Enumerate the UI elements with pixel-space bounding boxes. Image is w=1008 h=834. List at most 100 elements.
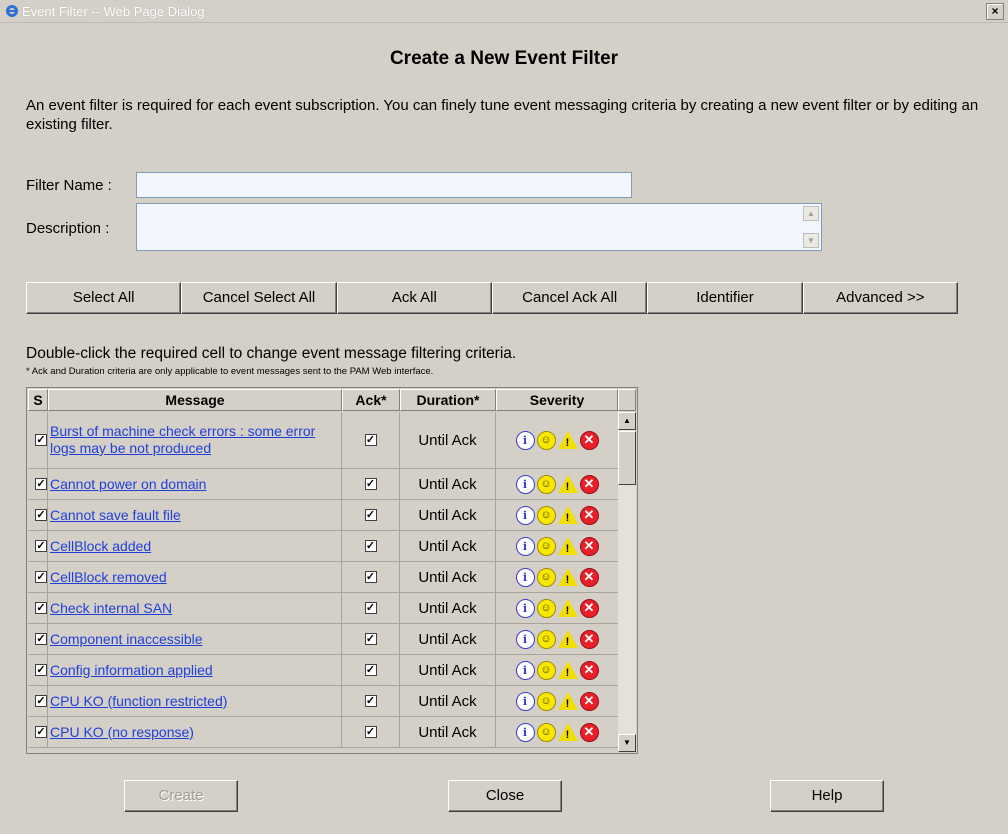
message-link[interactable]: Config information applied	[50, 662, 213, 679]
message-link[interactable]: Cannot save fault file	[50, 507, 181, 524]
message-cell[interactable]: Component inaccessible	[48, 624, 342, 654]
message-link[interactable]: Check internal SAN	[50, 600, 172, 617]
message-cell[interactable]: CellBlock added	[48, 531, 342, 561]
message-link[interactable]: Burst of machine check errors : some err…	[50, 423, 341, 457]
select-cell[interactable]: ✓	[28, 624, 48, 654]
scroll-up-icon[interactable]: ▲	[803, 206, 819, 221]
header-ack[interactable]: Ack*	[342, 389, 400, 411]
ack-cell[interactable]: ✓	[342, 686, 400, 716]
select-checkbox[interactable]: ✓	[35, 633, 47, 645]
success-smiley-icon[interactable]: ☺	[536, 505, 556, 525]
table-row[interactable]: ✓ CPU KO (function restricted) ✓ Until Ack i…	[28, 686, 618, 717]
header-duration[interactable]: Duration*	[400, 389, 496, 411]
grid-scrollbar[interactable]: ▲ ▼	[618, 412, 636, 752]
select-checkbox[interactable]: ✓	[35, 571, 47, 583]
error-icon[interactable]: ✕	[579, 505, 599, 525]
message-cell[interactable]: CellBlock removed	[48, 562, 342, 592]
message-cell[interactable]: Burst of machine check errors : some err…	[48, 412, 342, 468]
scroll-thumb[interactable]	[618, 431, 636, 485]
select-checkbox[interactable]: ✓	[35, 602, 47, 614]
table-row[interactable]: ✓ CPU KO (no response) ✓ Until Ack i ☺! ✕	[28, 717, 618, 748]
select-checkbox[interactable]: ✓	[35, 726, 47, 738]
help-button[interactable]: Help	[770, 780, 884, 812]
info-icon[interactable]: i	[515, 505, 535, 525]
select-cell[interactable]: ✓	[28, 717, 48, 747]
success-smiley-icon[interactable]: ☺	[536, 722, 556, 742]
table-row[interactable]: ✓ Burst of machine check errors : some er…	[28, 412, 618, 469]
message-cell[interactable]: Cannot power on domain	[48, 469, 342, 499]
ack-cell[interactable]: ✓	[342, 655, 400, 685]
warning-icon[interactable]: !	[557, 568, 578, 586]
ack-cell[interactable]: ✓	[342, 500, 400, 530]
info-icon[interactable]: i	[515, 567, 535, 587]
severity-cell[interactable]: i ☺! ✕	[496, 469, 618, 499]
filter-name-field[interactable]	[136, 172, 632, 198]
info-icon[interactable]: i	[515, 430, 535, 450]
severity-cell[interactable]: i ☺! ✕	[496, 562, 618, 592]
ack-cell[interactable]: ✓	[342, 412, 400, 468]
message-cell[interactable]: Config information applied	[48, 655, 342, 685]
warning-icon[interactable]: !	[557, 506, 578, 524]
info-icon[interactable]: i	[515, 722, 535, 742]
message-cell[interactable]: CPU KO (function restricted)	[48, 686, 342, 716]
header-message[interactable]: Message	[48, 389, 342, 411]
duration-cell[interactable]: Until Ack	[400, 655, 496, 685]
message-link[interactable]: CPU KO (no response)	[50, 724, 194, 741]
select-cell[interactable]: ✓	[28, 531, 48, 561]
select-checkbox[interactable]: ✓	[35, 434, 47, 446]
error-icon[interactable]: ✕	[579, 536, 599, 556]
duration-cell[interactable]: Until Ack	[400, 412, 496, 468]
select-checkbox[interactable]: ✓	[35, 540, 47, 552]
identifier-button[interactable]: Identifier	[647, 282, 803, 314]
select-cell[interactable]: ✓	[28, 593, 48, 623]
warning-icon[interactable]: !	[557, 599, 578, 617]
select-cell[interactable]: ✓	[28, 655, 48, 685]
message-cell[interactable]: CPU KO (no response)	[48, 717, 342, 747]
info-icon[interactable]: i	[515, 660, 535, 680]
cancel-ack-all-button[interactable]: Cancel Ack All	[491, 282, 648, 314]
ack-checkbox[interactable]: ✓	[364, 664, 377, 676]
error-icon[interactable]: ✕	[579, 660, 599, 680]
severity-cell[interactable]: i ☺! ✕	[496, 624, 618, 654]
success-smiley-icon[interactable]: ☺	[536, 430, 556, 450]
ack-checkbox[interactable]: ✓	[364, 434, 377, 446]
duration-cell[interactable]: Until Ack	[400, 717, 496, 747]
select-cell[interactable]: ✓	[28, 562, 48, 592]
warning-icon[interactable]: !	[557, 431, 578, 449]
duration-cell[interactable]: Until Ack	[400, 469, 496, 499]
success-smiley-icon[interactable]: ☺	[536, 598, 556, 618]
ack-checkbox[interactable]: ✓	[364, 726, 377, 738]
description-scrollbar[interactable]: ▲ ▼	[803, 206, 819, 248]
warning-icon[interactable]: !	[557, 723, 578, 741]
select-checkbox[interactable]: ✓	[35, 478, 47, 490]
info-icon[interactable]: i	[515, 536, 535, 556]
severity-cell[interactable]: i ☺! ✕	[496, 412, 618, 468]
ack-checkbox[interactable]: ✓	[364, 602, 377, 614]
select-all-button[interactable]: Select All	[26, 282, 182, 314]
scroll-down-icon[interactable]: ▼	[803, 233, 819, 248]
message-link[interactable]: CPU KO (function restricted)	[50, 693, 227, 710]
info-icon[interactable]: i	[515, 474, 535, 494]
header-s[interactable]: S	[28, 389, 48, 411]
success-smiley-icon[interactable]: ☺	[536, 567, 556, 587]
select-checkbox[interactable]: ✓	[35, 695, 47, 707]
warning-icon[interactable]: !	[557, 692, 578, 710]
message-cell[interactable]: Cannot save fault file	[48, 500, 342, 530]
select-cell[interactable]: ✓	[28, 500, 48, 530]
table-row[interactable]: ✓ Component inaccessible ✓ Until Ack i ☺! ✕	[28, 624, 618, 655]
select-checkbox[interactable]: ✓	[35, 664, 47, 676]
close-button[interactable]: Close	[448, 780, 562, 812]
ack-checkbox[interactable]: ✓	[364, 695, 377, 707]
error-icon[interactable]: ✕	[579, 598, 599, 618]
ack-cell[interactable]: ✓	[342, 624, 400, 654]
select-cell[interactable]: ✓	[28, 412, 48, 468]
duration-cell[interactable]: Until Ack	[400, 624, 496, 654]
severity-cell[interactable]: i ☺! ✕	[496, 655, 618, 685]
close-window-button[interactable]: ×	[986, 3, 1004, 20]
scroll-up-icon[interactable]: ▲	[618, 412, 636, 430]
success-smiley-icon[interactable]: ☺	[536, 660, 556, 680]
duration-cell[interactable]: Until Ack	[400, 593, 496, 623]
info-icon[interactable]: i	[515, 598, 535, 618]
message-link[interactable]: Cannot power on domain	[50, 476, 206, 493]
ack-checkbox[interactable]: ✓	[364, 478, 377, 490]
